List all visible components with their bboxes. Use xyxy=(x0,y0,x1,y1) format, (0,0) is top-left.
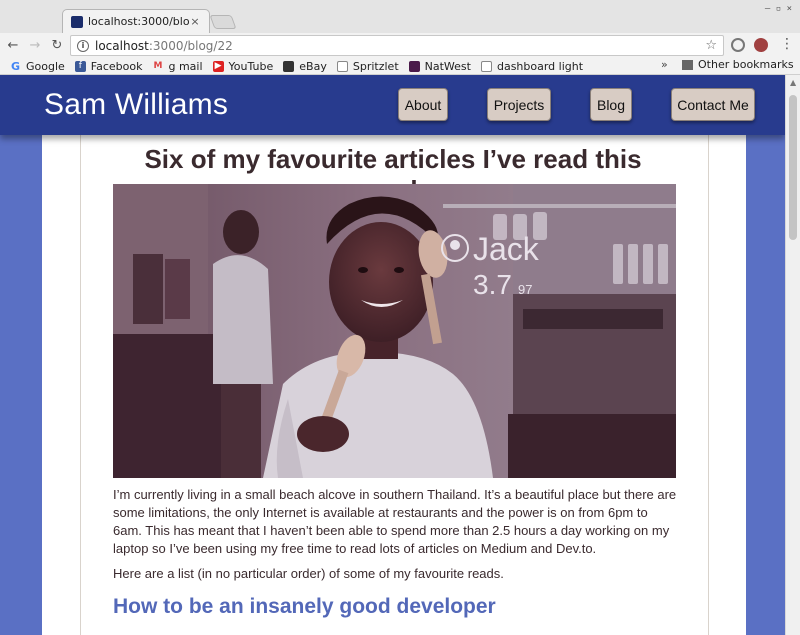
bookmark-facebook[interactable]: f Facebook xyxy=(74,60,142,73)
content-divider xyxy=(708,135,709,635)
section-heading: How to be an insanely good developer xyxy=(113,595,496,618)
nav-blog-button[interactable]: Blog xyxy=(590,88,632,121)
bookmark-google[interactable]: G Google xyxy=(10,60,65,73)
article-paragraph: Here are a list (in no particular order)… xyxy=(113,566,504,581)
google-icon: G xyxy=(10,59,21,73)
other-bookmarks[interactable]: Other bookmarks xyxy=(682,58,794,71)
back-arrow-icon[interactable]: ← xyxy=(4,38,22,53)
ebay-icon xyxy=(283,60,295,72)
bookmark-ebay[interactable]: eBay xyxy=(283,60,327,73)
article-paragraph: I’m currently living in a small beach al… xyxy=(113,487,677,556)
web-page: Sam Williams About Projects Blog Contact… xyxy=(0,75,785,635)
bookmark-dashboard-light[interactable]: dashboard light xyxy=(480,60,583,73)
site-favicon-icon xyxy=(71,15,83,28)
tab-title: localhost:3000/blo xyxy=(88,15,189,28)
forward-arrow-icon[interactable]: → xyxy=(26,38,44,53)
bookmark-youtube[interactable]: ▶ YouTube xyxy=(212,60,273,73)
scrollbar-thumb[interactable] xyxy=(789,95,797,240)
address-bar[interactable]: i localhost:3000/blog/22 ☆ xyxy=(70,35,724,56)
nav-projects-button[interactable]: Projects xyxy=(487,88,551,121)
content-divider xyxy=(80,135,81,635)
tab-strip: localhost:3000/blo × – ▫ × xyxy=(0,0,800,33)
extension-icon[interactable] xyxy=(754,38,768,52)
browser-menu-icon[interactable]: ⋮ xyxy=(780,36,794,52)
scroll-up-arrow-icon[interactable]: ▲ xyxy=(790,78,796,87)
page-scrollbar[interactable]: ▲ xyxy=(785,75,800,635)
opera-extension-icon[interactable] xyxy=(731,38,745,52)
site-header: Sam Williams About Projects Blog Contact… xyxy=(0,75,785,135)
info-icon[interactable]: i xyxy=(77,39,89,52)
article-container: Six of my favourite articles I’ve read t… xyxy=(42,135,746,635)
natwest-icon xyxy=(408,60,420,72)
nav-contact-button[interactable]: Contact Me xyxy=(671,88,755,121)
youtube-icon: ▶ xyxy=(212,60,224,72)
browser-tab[interactable]: localhost:3000/blo × xyxy=(62,9,210,33)
site-title[interactable]: Sam Williams xyxy=(44,88,228,122)
bookmark-star-icon[interactable]: ☆ xyxy=(705,38,717,53)
tab-close-icon[interactable]: × xyxy=(189,15,201,28)
gmail-icon: M xyxy=(153,60,163,71)
bookmark-spritzlet[interactable]: Spritzlet xyxy=(336,60,399,73)
window-controls[interactable]: – ▫ × xyxy=(765,4,792,14)
bookmark-natwest[interactable]: NatWest xyxy=(408,60,471,73)
folder-icon xyxy=(682,59,693,70)
browser-toolbar: ← → ↻ i localhost:3000/blog/22 ☆ ⋮ xyxy=(0,33,800,58)
page-icon xyxy=(480,60,492,72)
bookmark-gmail[interactable]: Mg mail xyxy=(152,60,203,73)
article-hero-image: Jack 3.7 97 xyxy=(113,184,676,478)
url-text[interactable]: localhost:3000/blog/22 xyxy=(95,39,705,53)
page-icon xyxy=(336,60,348,72)
facebook-icon: f xyxy=(74,60,86,72)
hero-overlay-score: 3.7 xyxy=(473,269,512,300)
hero-overlay-score-small: 97 xyxy=(518,282,532,297)
nav-about-button[interactable]: About xyxy=(398,88,448,121)
bookmarks-bar: G Google f Facebook Mg mail ▶ YouTube eBay … xyxy=(0,58,800,75)
more-bookmarks-chevron-icon[interactable]: » xyxy=(661,58,668,71)
hero-overlay-name: Jack xyxy=(473,231,540,267)
reload-icon[interactable]: ↻ xyxy=(48,38,66,53)
new-tab-button[interactable] xyxy=(209,15,237,29)
